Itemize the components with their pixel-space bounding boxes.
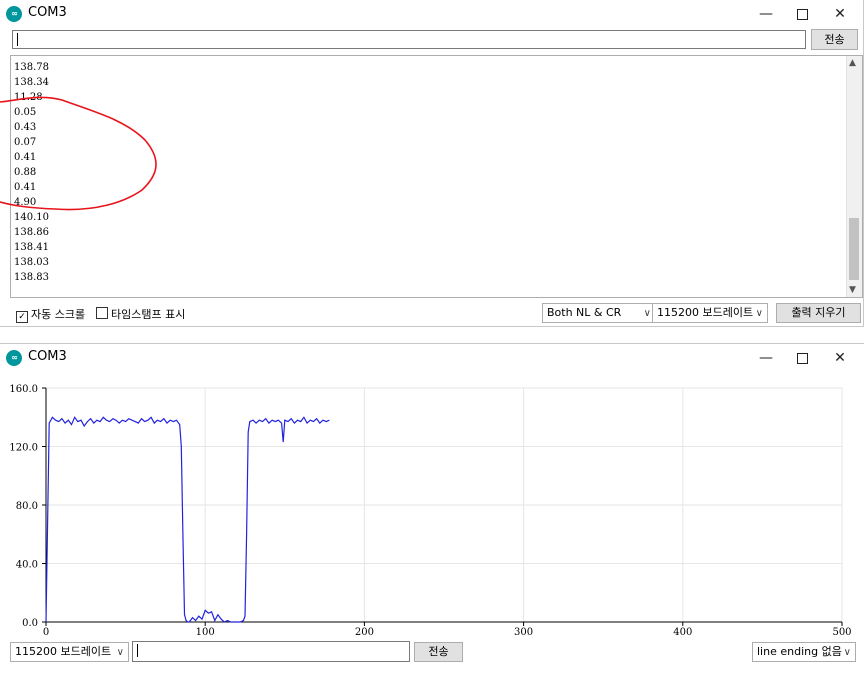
line-ending-select[interactable]: Both NL & CR ∨ — [542, 303, 656, 323]
checkbox-box[interactable] — [96, 307, 108, 319]
output-line: 138.03 — [14, 257, 49, 268]
scrollbar-thumb[interactable] — [849, 218, 859, 280]
close-button[interactable]: ✕ — [822, 2, 858, 26]
plot-area: 0 100 200 300 400 500 0.0 40.0 80.0 120.0 160.0 — [0, 374, 864, 638]
plotter-send-input[interactable] — [132, 641, 410, 662]
x-tick-label: 300 — [514, 627, 533, 637]
arduino-logo-icon: ∞ — [6, 6, 22, 22]
minimize-button[interactable]: — — [748, 2, 784, 26]
scroll-up-icon[interactable]: ▲ — [849, 58, 856, 68]
serial-plotter-window: ∞ COM3 — ✕ 0 100 200 300 400 500 0.0 40.0 80.0 12… — [0, 343, 864, 688]
y-tick-label: 160.0 — [9, 384, 38, 395]
baud-rate-value: 115200 보드레이트 — [657, 306, 754, 319]
timestamp-checkbox[interactable]: 타임스탬프 표시 — [96, 306, 185, 322]
maximize-icon — [796, 8, 808, 20]
x-tick-label: 500 — [832, 627, 851, 637]
series-line — [45, 416, 330, 623]
autoscroll-label: 자동 스크롤 — [31, 308, 86, 321]
chevron-down-icon: ∨ — [843, 647, 851, 658]
x-tick-label: 200 — [355, 627, 374, 637]
window-title: COM3 — [28, 349, 67, 364]
y-tick-label: 120.0 — [9, 443, 38, 454]
baud-rate-value: 115200 보드레이트 — [15, 645, 112, 658]
y-tick-label: 80.0 — [16, 501, 38, 512]
output-line: 138.78 — [14, 62, 49, 73]
serial-monitor-window: ∞ COM3 — ✕ 전송 138.78 138.34 11.28 0.05 0.43 0… — [0, 0, 864, 327]
baud-rate-select[interactable]: 115200 보드레이트 ∨ — [10, 642, 129, 662]
x-tick-label: 0 — [43, 627, 49, 637]
vertical-scrollbar[interactable]: ▲ ▼ — [846, 56, 862, 297]
x-tick-label: 100 — [196, 627, 215, 637]
timestamp-label: 타임스탬프 표시 — [111, 308, 186, 321]
minimize-button[interactable]: — — [748, 346, 784, 370]
red-annotation-circle — [0, 96, 157, 211]
title-bar: ∞ COM3 — ✕ — [0, 344, 864, 372]
plotter-status-bar: 115200 보드레이트 ∨ 전송 line ending 없음 ∨ — [0, 641, 864, 671]
x-tick-label: 400 — [673, 627, 692, 637]
line-ending-select[interactable]: line ending 없음 ∨ — [752, 642, 856, 662]
line-ending-value: Both NL & CR — [547, 306, 622, 319]
window-title: COM3 — [28, 5, 67, 20]
text-caret — [17, 33, 18, 46]
maximize-button[interactable] — [784, 346, 820, 370]
title-bar: ∞ COM3 — ✕ — [0, 0, 863, 28]
send-button[interactable]: 전송 — [811, 29, 858, 50]
text-caret — [137, 644, 138, 657]
maximize-icon — [796, 352, 808, 364]
autoscroll-checkbox[interactable]: ✓ 자동 스크롤 — [16, 306, 85, 323]
monitor-status-bar: ✓ 자동 스크롤 타임스탬프 표시 Both NL & CR ∨ 115200 보… — [10, 300, 863, 326]
serial-send-input[interactable] — [12, 30, 806, 49]
checkbox-box[interactable]: ✓ — [16, 311, 28, 323]
baud-rate-select[interactable]: 115200 보드레이트 ∨ — [652, 303, 768, 323]
y-tick-label: 0.0 — [22, 618, 38, 629]
send-button[interactable]: 전송 — [414, 642, 463, 662]
arduino-logo-icon: ∞ — [6, 350, 22, 366]
chevron-down-icon: ∨ — [643, 308, 651, 319]
line-chart: 0 100 200 300 400 500 0.0 40.0 80.0 120.0 160.0 — [9, 384, 851, 638]
line-ending-value: line ending 없음 — [757, 645, 842, 658]
output-line: 138.86 — [14, 227, 49, 238]
output-line: 138.34 — [14, 77, 49, 88]
output-line: 138.83 — [14, 272, 49, 283]
chevron-down-icon: ∨ — [116, 647, 124, 658]
clear-output-button[interactable]: 출력 지우기 — [776, 303, 861, 323]
output-line: 138.41 — [14, 242, 49, 253]
y-tick-label: 40.0 — [16, 560, 38, 571]
chevron-down-icon: ∨ — [755, 308, 763, 319]
scroll-down-icon[interactable]: ▼ — [849, 285, 856, 295]
close-button[interactable]: ✕ — [822, 346, 858, 370]
maximize-button[interactable] — [784, 2, 820, 26]
